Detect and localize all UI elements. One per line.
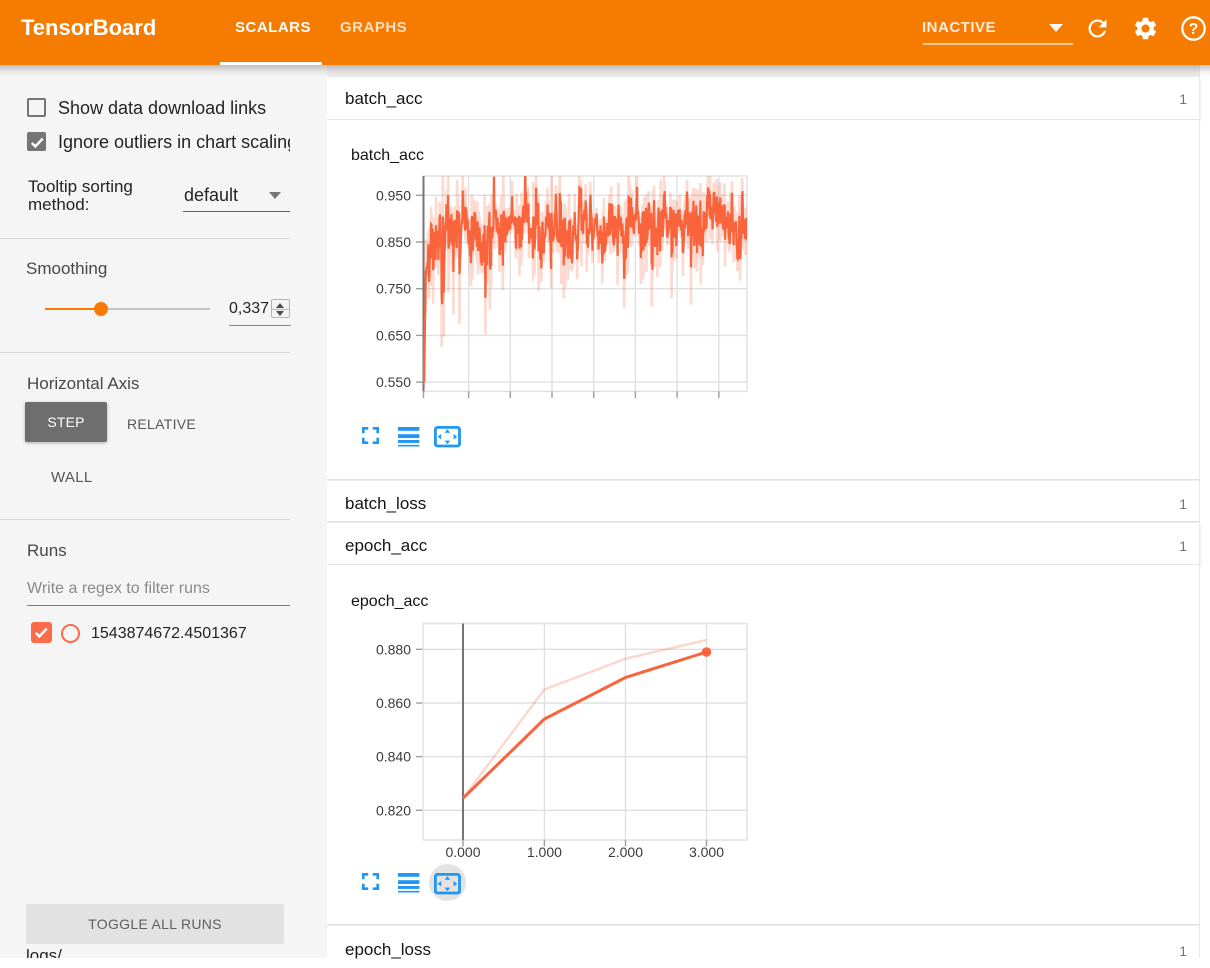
svg-text:2.000: 2.000 xyxy=(608,844,643,860)
svg-text:0.880: 0.880 xyxy=(376,641,411,657)
svg-text:0.650: 0.650 xyxy=(376,327,411,343)
svg-text:0.840: 0.840 xyxy=(376,749,411,765)
svg-text:3.000: 3.000 xyxy=(689,844,724,860)
svg-text:0.850: 0.850 xyxy=(376,234,411,250)
svg-text:0.820: 0.820 xyxy=(376,802,411,818)
svg-text:0.860: 0.860 xyxy=(376,695,411,711)
svg-text:0.000: 0.000 xyxy=(445,844,480,860)
svg-text:0.950: 0.950 xyxy=(376,187,411,203)
svg-text:0.550: 0.550 xyxy=(376,374,411,390)
svg-text:0.750: 0.750 xyxy=(376,281,411,297)
svg-text:?: ? xyxy=(1189,21,1198,38)
svg-text:1.000: 1.000 xyxy=(527,844,562,860)
